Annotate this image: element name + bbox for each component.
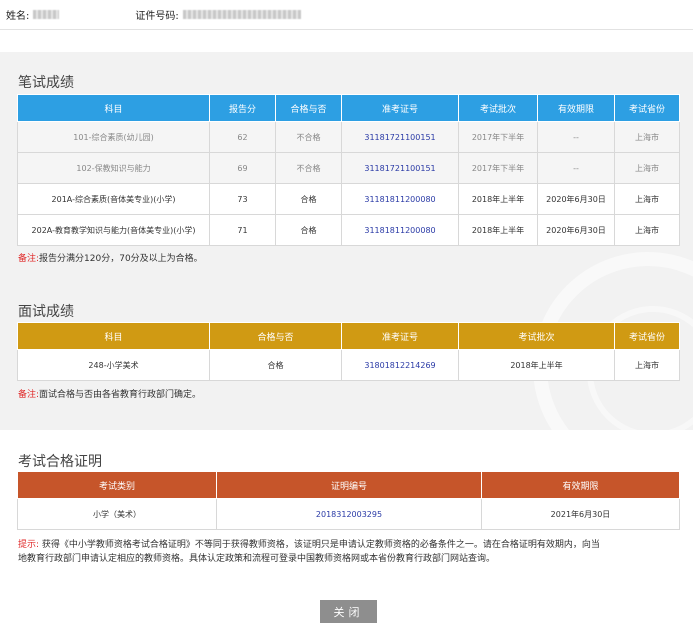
written-title: 笔试成绩 [18, 75, 74, 91]
ticket-cell: 31181721100151 [341, 121, 459, 153]
interview-header-row: 科目 合格与否 准考证号 考试批次 考试省份 [17, 322, 680, 350]
table-row: 248-小学美术 合格 31801812214269 2018年上半年 上海市 [17, 349, 680, 381]
score-cell: 71 [209, 214, 276, 246]
table-row: 102-保教知识与能力 69 不合格 31181721100151 2017年下… [17, 152, 680, 184]
col-header: 合格与否 [209, 322, 342, 350]
pass-cell: 合格 [275, 183, 342, 215]
col-header: 考试类别 [17, 471, 217, 499]
batch-cell: 2018年上半年 [458, 183, 538, 215]
name-value-redacted [33, 10, 60, 19]
cert-number-cell: 2018312003295 [216, 498, 482, 530]
certificate-table: 考试类别 证明编号 有效期限 小学（美术） 2018312003295 2021… [17, 471, 680, 530]
category-cell: 小学（美术） [17, 498, 217, 530]
pass-cell: 不合格 [275, 121, 342, 153]
subject-cell: 101-综合素质(幼儿园) [17, 121, 210, 153]
ticket-cell: 31181721100151 [341, 152, 459, 184]
written-note: 备注:报告分满分120分，70分及以上为合格。 [18, 252, 203, 266]
written-header-row: 科目 报告分 合格与否 准考证号 考试批次 有效期限 考试省份 [17, 94, 680, 122]
certificate-tip: 提示: 获得《中小学教师资格考试合格证明》不等同于获得教师资格，该证明只是申请认… [18, 538, 688, 566]
col-header: 报告分 [209, 94, 276, 122]
province-cell: 上海市 [614, 121, 680, 153]
table-row: 小学（美术） 2018312003295 2021年6月30日 [17, 498, 680, 530]
subject-cell: 102-保教知识与能力 [17, 152, 210, 184]
table-row: 201A-综合素质(音体美专业)(小学) 73 合格 3118181120008… [17, 183, 680, 215]
valid-cell: -- [537, 121, 615, 153]
id-label: 证件号码: [135, 11, 179, 22]
interview-title: 面试成绩 [18, 304, 74, 320]
interview-table: 科目 合格与否 准考证号 考试批次 考试省份 248-小学美术 合格 31801… [17, 322, 680, 381]
subject-cell: 201A-综合素质(音体美专业)(小学) [17, 183, 210, 215]
table-row: 202A-教育教学知识与能力(音体美专业)(小学) 71 合格 31181811… [17, 214, 680, 246]
name-label: 姓名: [6, 11, 30, 22]
province-cell: 上海市 [614, 152, 680, 184]
col-header: 科目 [17, 322, 210, 350]
batch-cell: 2017年下半年 [458, 121, 538, 153]
col-header: 有效期限 [481, 471, 680, 499]
province-cell: 上海市 [614, 214, 680, 246]
valid-cell: 2021年6月30日 [481, 498, 680, 530]
id-value-redacted [182, 10, 301, 19]
pass-cell: 不合格 [275, 152, 342, 184]
pass-cell: 合格 [275, 214, 342, 246]
col-header: 准考证号 [341, 322, 459, 350]
batch-cell: 2018年上半年 [458, 214, 538, 246]
ticket-cell: 31801812214269 [341, 349, 459, 381]
province-cell: 上海市 [614, 349, 680, 381]
tip-text-line2: 地教育行政部门申请认定相应的教师资格。具体认定政策和流程可登录中国教师资格网或本… [18, 554, 496, 564]
score-cell: 73 [209, 183, 276, 215]
certificate-title: 考试合格证明 [18, 454, 102, 470]
note-text: 面试合格与否由各省教育行政部门确定。 [39, 390, 202, 400]
note-text: 报告分满分120分，70分及以上为合格。 [39, 254, 203, 264]
col-header: 考试省份 [614, 94, 680, 122]
col-header: 合格与否 [275, 94, 342, 122]
scores-panel: 笔试成绩 科目 报告分 合格与否 准考证号 考试批次 有效期限 考试省份 101… [0, 52, 693, 430]
tip-text-line1: 获得《中小学教师资格考试合格证明》不等同于获得教师资格，该证明只是申请认定教师资… [41, 540, 600, 550]
written-table: 科目 报告分 合格与否 准考证号 考试批次 有效期限 考试省份 101-综合素质… [17, 94, 680, 246]
col-header: 证明编号 [216, 471, 482, 499]
score-cell: 62 [209, 121, 276, 153]
col-header: 科目 [17, 94, 210, 122]
col-header: 有效期限 [537, 94, 615, 122]
valid-cell: 2020年6月30日 [537, 214, 615, 246]
col-header: 考试省份 [614, 322, 680, 350]
batch-cell: 2018年上半年 [458, 349, 615, 381]
col-header: 考试批次 [458, 322, 615, 350]
ticket-cell: 31181811200080 [341, 183, 459, 215]
certificate-header-row: 考试类别 证明编号 有效期限 [17, 471, 680, 499]
header-bar: 姓名: 证件号码: [0, 0, 693, 30]
valid-cell: 2020年6月30日 [537, 183, 615, 215]
pass-cell: 合格 [209, 349, 342, 381]
valid-cell: -- [537, 152, 615, 184]
subject-cell: 202A-教育教学知识与能力(音体美专业)(小学) [17, 214, 210, 246]
province-cell: 上海市 [614, 183, 680, 215]
col-header: 准考证号 [341, 94, 459, 122]
close-button[interactable]: 关闭 [320, 600, 377, 623]
interview-note: 备注:面试合格与否由各省教育行政部门确定。 [18, 388, 201, 402]
col-header: 考试批次 [458, 94, 538, 122]
table-row: 101-综合素质(幼儿园) 62 不合格 31181721100151 2017… [17, 121, 680, 153]
subject-cell: 248-小学美术 [17, 349, 210, 381]
score-cell: 69 [209, 152, 276, 184]
note-label: 备注: [18, 254, 40, 264]
ticket-cell: 31181811200080 [341, 214, 459, 246]
batch-cell: 2017年下半年 [458, 152, 538, 184]
tip-label: 提示: [18, 540, 40, 550]
note-label: 备注: [18, 390, 40, 400]
